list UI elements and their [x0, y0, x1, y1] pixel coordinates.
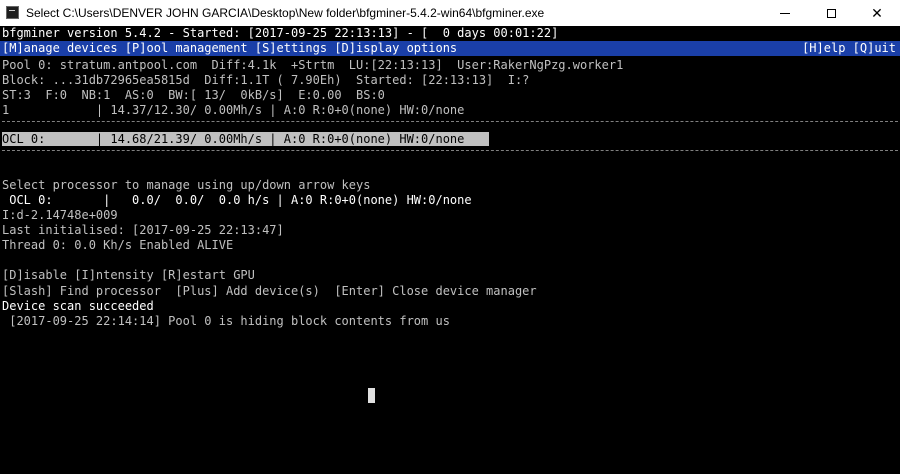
menu-options: [M]anage devices [P]ool management [S]et…	[2, 41, 458, 55]
text-cursor	[368, 388, 375, 403]
block-info-line: Block: ...31db72965ea5815d Diff:1.1T ( 7…	[2, 73, 530, 87]
gpu-options-line: [D]isable [I]ntensity [R]estart GPU	[2, 268, 255, 282]
device-row-selected[interactable]: OCL 0: | 14.68/21.39/ 0.00Mh/s | A:0 R:0…	[2, 132, 489, 146]
thread-status-line: Thread 0: 0.0 Kh/s Enabled ALIVE	[2, 238, 234, 252]
menu-help-quit: [H]elp [Q]uit	[802, 41, 896, 55]
select-processor-prompt: Select processor to manage using up/down…	[2, 178, 371, 192]
scan-status-line: Device scan succeeded	[2, 299, 154, 313]
close-icon: ✕	[871, 4, 883, 21]
summary-line: 1 | 14.37/12.30/ 0.00Mh/s | A:0 R:0+0(no…	[2, 103, 465, 117]
close-button[interactable]: ✕	[854, 0, 900, 26]
window-title: Select C:\Users\DENVER JOHN GARCIA\Deskt…	[26, 6, 545, 20]
window-titlebar: Select C:\Users\DENVER JOHN GARCIA\Deskt…	[0, 0, 900, 26]
minimize-icon	[780, 12, 790, 14]
log-line: [2017-09-25 22:14:14] Pool 0 is hiding b…	[2, 314, 450, 328]
maximize-button[interactable]	[808, 0, 854, 26]
processor-status-line: OCL 0: | 0.0/ 0.0/ 0.0 h/s | A:0 R:0+0(n…	[2, 193, 472, 207]
manager-options-line: [Slash] Find processor [Plus] Add device…	[2, 284, 537, 298]
last-initialised-line: Last initialised: [2017-09-25 22:13:47]	[2, 223, 284, 237]
console-app-icon	[6, 6, 19, 19]
minimize-button[interactable]	[762, 0, 808, 26]
intensity-line: I:d-2.14748e+009	[2, 208, 118, 222]
menu-bar: [M]anage devices [P]ool management [S]et…	[0, 41, 900, 56]
version-header: bfgminer version 5.4.2 - Started: [2017-…	[2, 26, 559, 40]
divider	[2, 121, 898, 122]
stats-line: ST:3 F:0 NB:1 AS:0 BW:[ 13/ 0kB/s] E:0.0…	[2, 88, 385, 102]
pool-info-line: Pool 0: stratum.antpool.com Diff:4.1k +S…	[2, 58, 624, 72]
terminal-console[interactable]: bfgminer version 5.4.2 - Started: [2017-…	[0, 26, 900, 474]
divider	[2, 150, 898, 151]
maximize-icon	[826, 8, 836, 18]
